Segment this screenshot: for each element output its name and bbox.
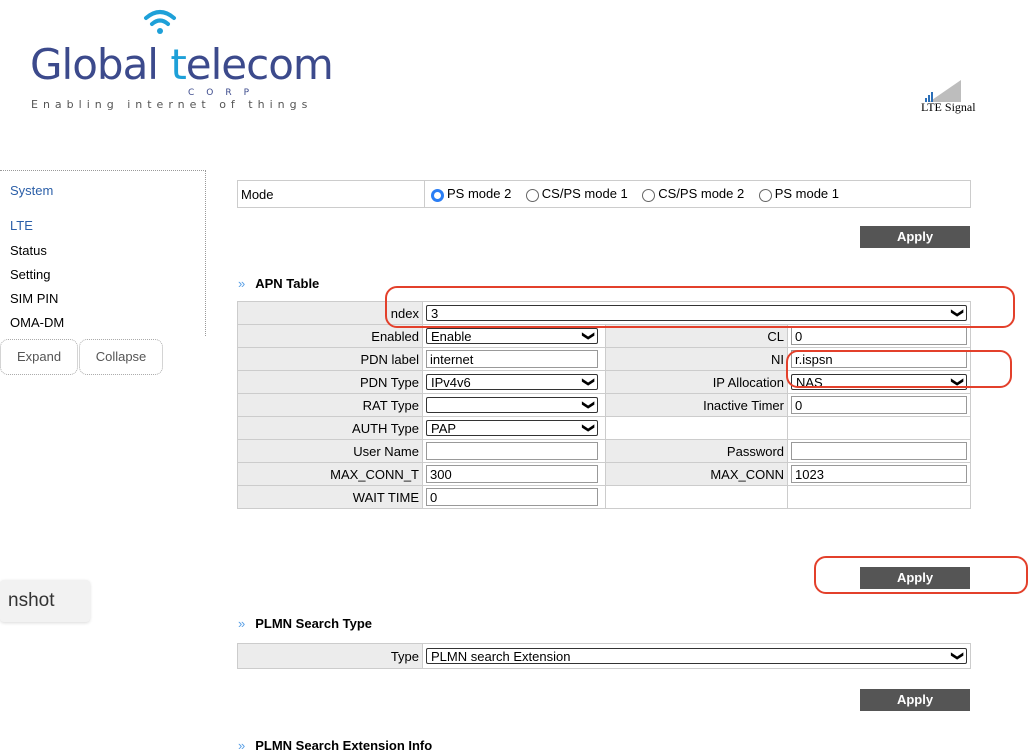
user-name-label: User Name	[237, 439, 423, 463]
snapshot-button[interactable]: nshot	[0, 580, 90, 622]
inactive-timer-label: Inactive Timer	[605, 393, 788, 417]
sidebar-item-system[interactable]: System	[10, 183, 53, 198]
signal-bars-icon	[925, 80, 961, 102]
enabled-select[interactable]: Enable ❯	[426, 328, 598, 345]
mode-table: Mode PS mode 2 CS/PS mode 1 CS/PS mode 2…	[237, 180, 971, 208]
expand-button[interactable]: Expand	[0, 339, 78, 375]
chevron-down-icon: ❯	[581, 423, 596, 434]
empty-cell	[605, 416, 788, 440]
empty-cell	[787, 416, 971, 440]
plmn-type-select[interactable]: PLMN search Extension ❯	[426, 648, 967, 665]
plmn-extension-info-title-text: PLMN Search Extension Info	[255, 738, 433, 753]
mode-label: Mode	[237, 180, 425, 208]
pdn-label-label: PDN label	[237, 347, 423, 371]
auth-type-value: PAP	[431, 421, 457, 437]
chevron-down-icon: ❯	[581, 331, 596, 342]
double-chevron-icon: »	[238, 738, 246, 753]
apn-table: ndex 3 ❯ Enabled Enable ❯ CL 0 PDN label i…	[237, 301, 971, 509]
rat-type-label: RAT Type	[237, 393, 423, 417]
cl-input[interactable]: 0	[791, 327, 967, 345]
auth-type-label: AUTH Type	[237, 416, 423, 440]
wait-time-label: WAIT TIME	[237, 485, 423, 509]
sidebar-item-setting[interactable]: Setting	[10, 267, 50, 282]
max-conn-t-input[interactable]: 300	[426, 465, 598, 483]
ip-allocation-label: IP Allocation	[605, 370, 788, 394]
sidebar-item-lte[interactable]: LTE	[10, 218, 33, 233]
pdn-label-input[interactable]: internet	[426, 350, 598, 368]
sidebar-item-sim-pin[interactable]: SIM PIN	[10, 291, 58, 306]
logo-corp: CORP	[188, 88, 262, 98]
radio-ps-mode-1[interactable]	[758, 188, 772, 202]
logo-tagline: Enabling internet of things	[31, 98, 313, 111]
radio-label: CS/PS mode 2	[658, 186, 745, 202]
sidebar-item-status[interactable]: Status	[10, 243, 47, 258]
mode-options: PS mode 2 CS/PS mode 1 CS/PS mode 2 PS m…	[424, 180, 971, 208]
highlight-ni	[786, 350, 1012, 388]
radio-ps-mode-2[interactable]	[431, 188, 444, 202]
auth-type-select[interactable]: PAP ❯	[426, 420, 598, 437]
wait-time-input[interactable]: 0	[426, 488, 598, 506]
sidebar-item-oma-dm[interactable]: OMA-DM	[10, 315, 64, 330]
sidebar: System LTE Status Setting SIM PIN OMA-DM	[0, 170, 206, 336]
password-input[interactable]	[791, 442, 967, 460]
radio-label: PS mode 2	[447, 186, 512, 202]
rat-type-select[interactable]: ❯	[426, 397, 598, 414]
apn-table-title-text: APN Table	[255, 276, 320, 291]
double-chevron-icon: »	[238, 616, 246, 631]
wifi-icon	[144, 10, 176, 34]
apn-table-title: » APN Table	[238, 276, 319, 291]
highlight-apply	[814, 556, 1028, 594]
chevron-down-icon: ❯	[950, 651, 965, 662]
max-conn-input[interactable]: 1023	[791, 465, 967, 483]
plmn-apply-button[interactable]: Apply	[860, 689, 970, 711]
collapse-button[interactable]: Collapse	[79, 339, 163, 375]
plmn-type-value: PLMN search Extension	[431, 649, 571, 665]
plmn-extension-info-title: » PLMN Search Extension Info	[238, 738, 432, 753]
highlight-index	[385, 286, 1015, 328]
radio-cs-ps-mode-2[interactable]	[642, 188, 656, 202]
enabled-label: Enabled	[237, 324, 423, 348]
radio-cs-ps-mode-1[interactable]	[525, 188, 539, 202]
radio-label: CS/PS mode 1	[541, 186, 628, 202]
logo-wordmark: Global telecom	[30, 40, 334, 89]
empty-cell	[787, 485, 971, 509]
pdn-type-value: IPv4v6	[431, 375, 471, 391]
plmn-search-type-title-text: PLMN Search Type	[255, 616, 373, 631]
enabled-value: Enable	[431, 329, 472, 345]
double-chevron-icon: »	[238, 276, 246, 291]
user-name-input[interactable]	[426, 442, 598, 460]
chevron-down-icon: ❯	[581, 400, 596, 411]
chevron-down-icon: ❯	[581, 377, 596, 388]
mode-apply-button[interactable]: Apply	[860, 226, 970, 248]
plmn-type-label: Type	[237, 643, 423, 669]
pdn-type-label: PDN Type	[237, 370, 423, 394]
plmn-search-type-title: » PLMN Search Type	[238, 616, 372, 631]
ni-label: NI	[605, 347, 788, 371]
lte-signal-label: LTE Signal	[921, 100, 976, 114]
max-conn-label: MAX_CONN	[605, 462, 788, 486]
empty-cell	[605, 485, 788, 509]
plmn-table: Type PLMN search Extension ❯	[237, 643, 971, 669]
max-conn-t-label: MAX_CONN_T	[237, 462, 423, 486]
password-label: Password	[605, 439, 788, 463]
inactive-timer-input[interactable]: 0	[791, 396, 967, 414]
radio-label: PS mode 1	[774, 186, 840, 202]
pdn-type-select[interactable]: IPv4v6 ❯	[426, 374, 598, 391]
